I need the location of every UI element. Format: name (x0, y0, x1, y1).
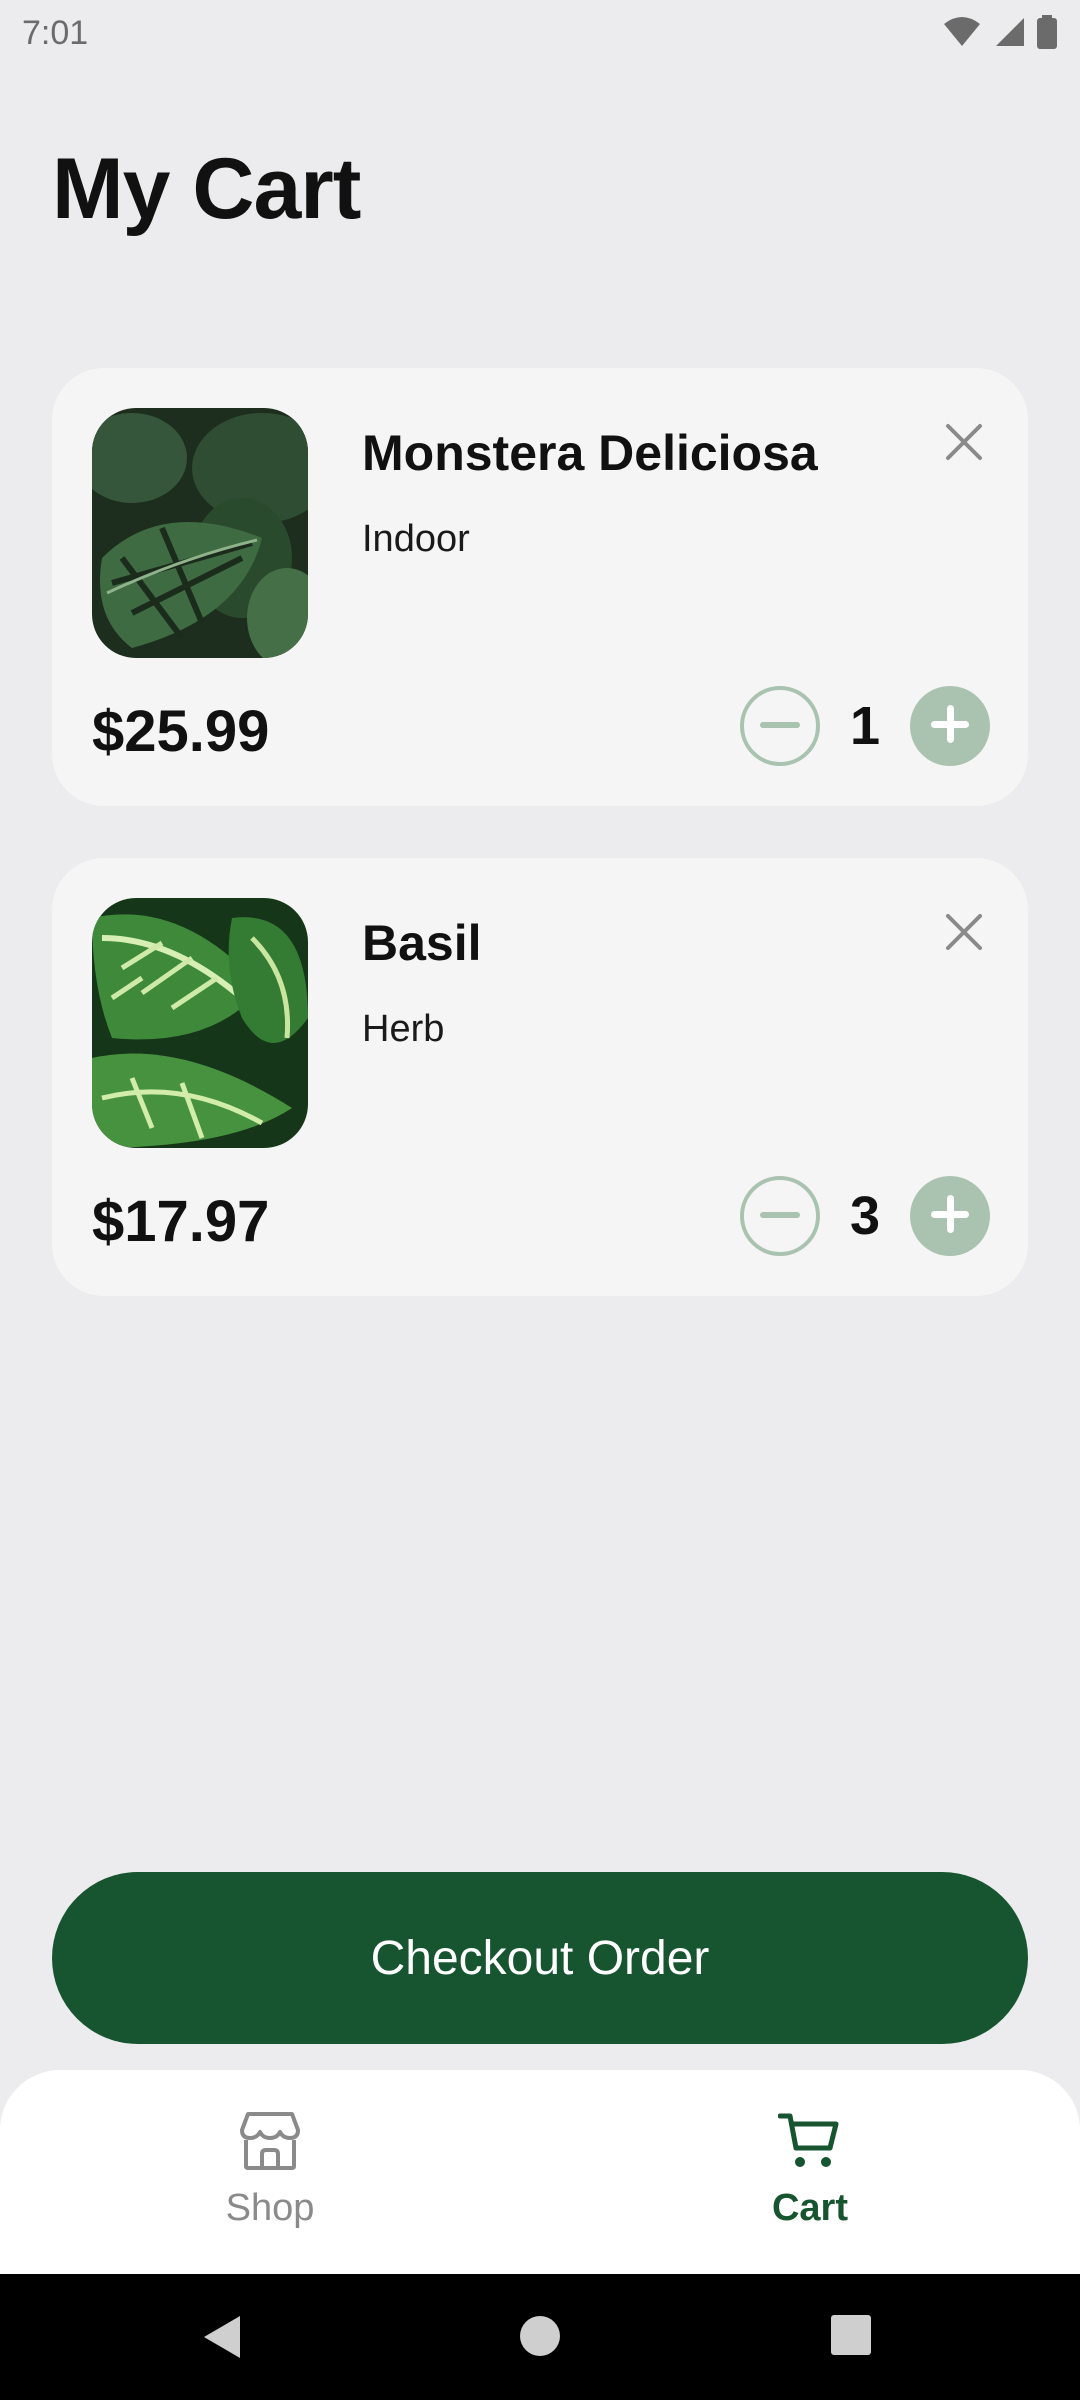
quantity-value: 1 (849, 696, 881, 756)
remove-item-button[interactable] (932, 412, 996, 476)
product-image (92, 898, 308, 1148)
close-icon (944, 912, 984, 957)
plus-icon (931, 704, 969, 748)
remove-item-button[interactable] (932, 902, 996, 966)
status-bar: 7:01 (0, 0, 1080, 64)
back-icon[interactable] (200, 2314, 246, 2365)
store-icon (238, 2110, 302, 2177)
home-icon[interactable] (518, 2314, 562, 2363)
product-image (92, 408, 308, 658)
quantity-value: 3 (849, 1186, 881, 1246)
plus-icon (931, 1194, 969, 1238)
minus-icon (760, 717, 800, 735)
product-category: Herb (362, 1008, 445, 1050)
nav-item-shop[interactable]: Shop (150, 2110, 390, 2230)
checkout-label: Checkout Order (370, 1931, 710, 1985)
status-time: 7:01 (22, 13, 89, 52)
recents-icon[interactable] (830, 2314, 872, 2361)
increase-quantity-button[interactable] (910, 1176, 990, 1256)
decrease-quantity-button[interactable] (740, 1176, 820, 1256)
product-price: $17.97 (92, 1189, 270, 1254)
system-nav-bar (0, 2274, 1080, 2400)
wifi-icon (942, 16, 982, 48)
status-icons (942, 15, 1058, 49)
cart-icon (777, 2110, 842, 2177)
product-name: Basil (362, 915, 482, 971)
bottom-nav: Shop Cart (0, 2070, 1080, 2274)
close-icon (944, 422, 984, 467)
cart-item: Monstera Deliciosa Indoor $25.99 1 (52, 368, 1028, 806)
product-category: Indoor (362, 518, 470, 560)
quantity-stepper: 1 (740, 686, 990, 766)
minus-icon (760, 1207, 800, 1225)
cart-list: Monstera Deliciosa Indoor $25.99 1 Basil… (52, 368, 1028, 1348)
increase-quantity-button[interactable] (910, 686, 990, 766)
cart-item: Basil Herb $17.97 3 (52, 858, 1028, 1296)
decrease-quantity-button[interactable] (740, 686, 820, 766)
page-title: My Cart (52, 141, 361, 237)
nav-label-shop: Shop (225, 2187, 315, 2229)
quantity-stepper: 3 (740, 1176, 990, 1256)
checkout-button[interactable]: Checkout Order (52, 1872, 1028, 2044)
battery-icon (1036, 15, 1058, 49)
signal-icon (992, 16, 1026, 48)
product-price: $25.99 (92, 699, 270, 764)
nav-item-cart[interactable]: Cart (690, 2110, 930, 2230)
product-name: Monstera Deliciosa (362, 425, 818, 481)
nav-label-cart: Cart (771, 2187, 849, 2229)
